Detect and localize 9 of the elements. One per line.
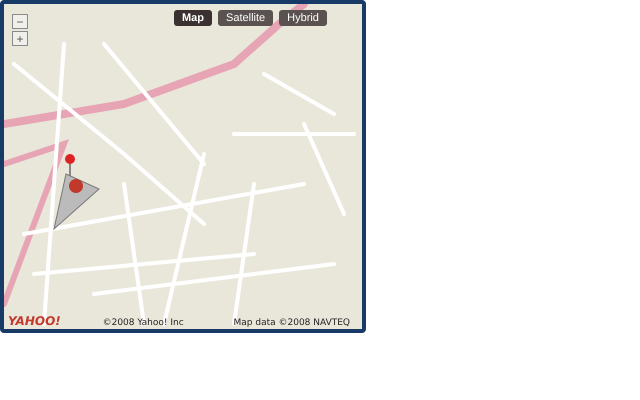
flag-marker-icon [53,173,100,230]
map-type-button[interactable]: Satellite [218,10,274,26]
zoom-in-button[interactable]: + [12,31,28,46]
zoom-out-button[interactable]: − [12,14,28,29]
map-type-button[interactable]: Map [174,10,212,26]
copyright-text: ©2008 Yahoo! Inc [102,318,184,328]
map-data-credit: Map data ©2008 NAVTEQ [234,318,350,328]
map-type-button[interactable]: Hybrid [279,10,327,26]
logo: YAHOO! [8,314,61,328]
